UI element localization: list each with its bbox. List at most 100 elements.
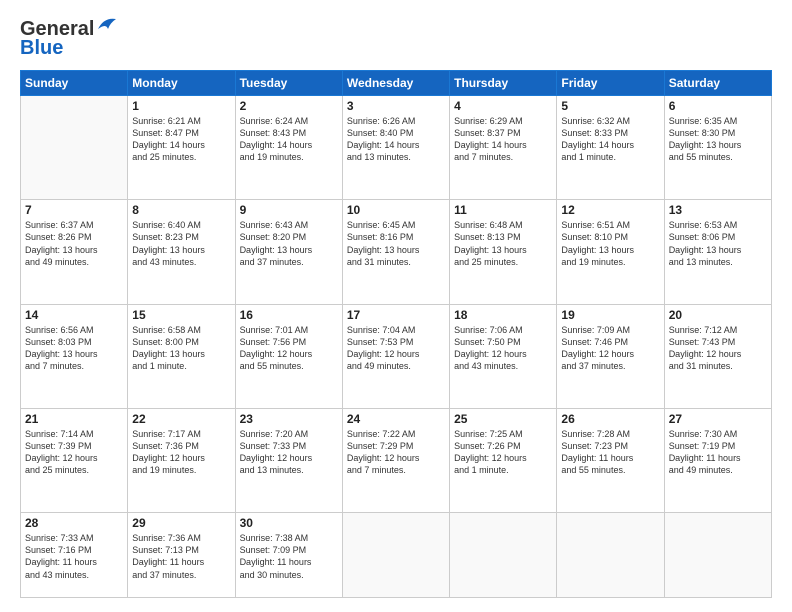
day-number: 10: [347, 203, 445, 217]
cell-details: Sunrise: 6:29 AM Sunset: 8:37 PM Dayligh…: [454, 115, 552, 164]
calendar-week-row: 1 Sunrise: 6:21 AM Sunset: 8:47 PM Daylig…: [21, 96, 772, 200]
calendar-cell: 27 Sunrise: 7:30 AM Sunset: 7:19 PM Dayli…: [664, 408, 771, 512]
calendar-cell: 7 Sunrise: 6:37 AM Sunset: 8:26 PM Daylig…: [21, 200, 128, 304]
day-number: 24: [347, 412, 445, 426]
calendar-cell: 9Sunrise: 6:43 AM Sunset: 8:20 PM Daylig…: [235, 200, 342, 304]
calendar-cell: [664, 513, 771, 598]
calendar-cell: 25Sunrise: 7:25 AM Sunset: 7:26 PM Dayli…: [450, 408, 557, 512]
calendar-cell: [342, 513, 449, 598]
day-number: 7: [25, 203, 123, 217]
calendar-cell: 4 Sunrise: 6:29 AM Sunset: 8:37 PM Daylig…: [450, 96, 557, 200]
weekday-saturday: Saturday: [664, 71, 771, 96]
calendar-cell: 23 Sunrise: 7:20 AM Sunset: 7:33 PM Dayli…: [235, 408, 342, 512]
calendar-week-row: 7 Sunrise: 6:37 AM Sunset: 8:26 PM Daylig…: [21, 200, 772, 304]
day-number: 27: [669, 412, 767, 426]
cell-details: Sunrise: 6:53 AM Sunset: 8:06 PM Dayligh…: [669, 219, 767, 268]
calendar-cell: 16Sunrise: 7:01 AM Sunset: 7:56 PM Dayli…: [235, 304, 342, 408]
calendar-cell: 13 Sunrise: 6:53 AM Sunset: 8:06 PM Dayli…: [664, 200, 771, 304]
day-number: 20: [669, 308, 767, 322]
cell-details: Sunrise: 7:36 AM Sunset: 7:13 PM Dayligh…: [132, 532, 230, 581]
cell-details: Sunrise: 6:35 AM Sunset: 8:30 PM Dayligh…: [669, 115, 767, 164]
calendar-cell: 17 Sunrise: 7:04 AM Sunset: 7:53 PM Dayli…: [342, 304, 449, 408]
day-number: 4: [454, 99, 552, 113]
calendar-week-row: 21 Sunrise: 7:14 AM Sunset: 7:39 PM Dayli…: [21, 408, 772, 512]
calendar-cell: 28Sunrise: 7:33 AM Sunset: 7:16 PM Dayli…: [21, 513, 128, 598]
day-number: 8: [132, 203, 230, 217]
day-number: 18: [454, 308, 552, 322]
day-number: 21: [25, 412, 123, 426]
day-number: 3: [347, 99, 445, 113]
weekday-header-row: SundayMondayTuesdayWednesdayThursdayFrid…: [21, 71, 772, 96]
calendar-cell: 10 Sunrise: 6:45 AM Sunset: 8:16 PM Dayli…: [342, 200, 449, 304]
weekday-tuesday: Tuesday: [235, 71, 342, 96]
cell-details: Sunrise: 7:06 AM Sunset: 7:50 PM Dayligh…: [454, 324, 552, 373]
calendar-cell: 29 Sunrise: 7:36 AM Sunset: 7:13 PM Dayli…: [128, 513, 235, 598]
day-number: 5: [561, 99, 659, 113]
calendar-cell: 12 Sunrise: 6:51 AM Sunset: 8:10 PM Dayli…: [557, 200, 664, 304]
logo-bird-icon: [96, 15, 118, 35]
page: General Blue SundayMondayTuesdayWednesda…: [0, 0, 792, 612]
cell-details: Sunrise: 6:43 AM Sunset: 8:20 PM Dayligh…: [240, 219, 338, 268]
day-number: 13: [669, 203, 767, 217]
calendar-cell: [557, 513, 664, 598]
day-number: 6: [669, 99, 767, 113]
weekday-thursday: Thursday: [450, 71, 557, 96]
calendar-cell: 30 Sunrise: 7:38 AM Sunset: 7:09 PM Dayli…: [235, 513, 342, 598]
weekday-wednesday: Wednesday: [342, 71, 449, 96]
cell-details: Sunrise: 7:22 AM Sunset: 7:29 PM Dayligh…: [347, 428, 445, 477]
cell-details: Sunrise: 7:12 AM Sunset: 7:43 PM Dayligh…: [669, 324, 767, 373]
cell-details: Sunrise: 7:28 AM Sunset: 7:23 PM Dayligh…: [561, 428, 659, 477]
day-number: 15: [132, 308, 230, 322]
cell-details: Sunrise: 7:04 AM Sunset: 7:53 PM Dayligh…: [347, 324, 445, 373]
calendar-cell: 24 Sunrise: 7:22 AM Sunset: 7:29 PM Dayli…: [342, 408, 449, 512]
day-number: 14: [25, 308, 123, 322]
cell-details: Sunrise: 7:17 AM Sunset: 7:36 PM Dayligh…: [132, 428, 230, 477]
day-number: 22: [132, 412, 230, 426]
day-number: 23: [240, 412, 338, 426]
cell-details: Sunrise: 7:14 AM Sunset: 7:39 PM Dayligh…: [25, 428, 123, 477]
day-number: 12: [561, 203, 659, 217]
cell-details: Sunrise: 6:37 AM Sunset: 8:26 PM Dayligh…: [25, 219, 123, 268]
day-number: 28: [25, 516, 123, 530]
calendar-cell: 21 Sunrise: 7:14 AM Sunset: 7:39 PM Dayli…: [21, 408, 128, 512]
calendar-cell: 14Sunrise: 6:56 AM Sunset: 8:03 PM Dayli…: [21, 304, 128, 408]
day-number: 29: [132, 516, 230, 530]
day-number: 19: [561, 308, 659, 322]
calendar-cell: 15 Sunrise: 6:58 AM Sunset: 8:00 PM Dayli…: [128, 304, 235, 408]
day-number: 26: [561, 412, 659, 426]
cell-details: Sunrise: 6:26 AM Sunset: 8:40 PM Dayligh…: [347, 115, 445, 164]
cell-details: Sunrise: 6:45 AM Sunset: 8:16 PM Dayligh…: [347, 219, 445, 268]
logo: General Blue: [20, 18, 118, 60]
cell-details: Sunrise: 7:38 AM Sunset: 7:09 PM Dayligh…: [240, 532, 338, 581]
day-number: 25: [454, 412, 552, 426]
calendar-table: SundayMondayTuesdayWednesdayThursdayFrid…: [20, 70, 772, 598]
calendar-cell: 1 Sunrise: 6:21 AM Sunset: 8:47 PM Daylig…: [128, 96, 235, 200]
header: General Blue: [20, 18, 772, 60]
calendar-cell: 2Sunrise: 6:24 AM Sunset: 8:43 PM Daylig…: [235, 96, 342, 200]
cell-details: Sunrise: 7:09 AM Sunset: 7:46 PM Dayligh…: [561, 324, 659, 373]
calendar-cell: 22 Sunrise: 7:17 AM Sunset: 7:36 PM Dayli…: [128, 408, 235, 512]
calendar-cell: 5 Sunrise: 6:32 AM Sunset: 8:33 PM Daylig…: [557, 96, 664, 200]
day-number: 17: [347, 308, 445, 322]
calendar-week-row: 28Sunrise: 7:33 AM Sunset: 7:16 PM Dayli…: [21, 513, 772, 598]
cell-details: Sunrise: 6:21 AM Sunset: 8:47 PM Dayligh…: [132, 115, 230, 164]
cell-details: Sunrise: 6:32 AM Sunset: 8:33 PM Dayligh…: [561, 115, 659, 164]
cell-details: Sunrise: 7:30 AM Sunset: 7:19 PM Dayligh…: [669, 428, 767, 477]
weekday-monday: Monday: [128, 71, 235, 96]
calendar-cell: [21, 96, 128, 200]
cell-details: Sunrise: 6:58 AM Sunset: 8:00 PM Dayligh…: [132, 324, 230, 373]
cell-details: Sunrise: 6:48 AM Sunset: 8:13 PM Dayligh…: [454, 219, 552, 268]
calendar-week-row: 14Sunrise: 6:56 AM Sunset: 8:03 PM Dayli…: [21, 304, 772, 408]
cell-details: Sunrise: 6:51 AM Sunset: 8:10 PM Dayligh…: [561, 219, 659, 268]
weekday-friday: Friday: [557, 71, 664, 96]
calendar-cell: 11Sunrise: 6:48 AM Sunset: 8:13 PM Dayli…: [450, 200, 557, 304]
cell-details: Sunrise: 7:01 AM Sunset: 7:56 PM Dayligh…: [240, 324, 338, 373]
day-number: 30: [240, 516, 338, 530]
cell-details: Sunrise: 7:20 AM Sunset: 7:33 PM Dayligh…: [240, 428, 338, 477]
day-number: 2: [240, 99, 338, 113]
day-number: 1: [132, 99, 230, 113]
weekday-sunday: Sunday: [21, 71, 128, 96]
calendar-cell: 8 Sunrise: 6:40 AM Sunset: 8:23 PM Daylig…: [128, 200, 235, 304]
cell-details: Sunrise: 6:40 AM Sunset: 8:23 PM Dayligh…: [132, 219, 230, 268]
calendar-cell: 18 Sunrise: 7:06 AM Sunset: 7:50 PM Dayli…: [450, 304, 557, 408]
